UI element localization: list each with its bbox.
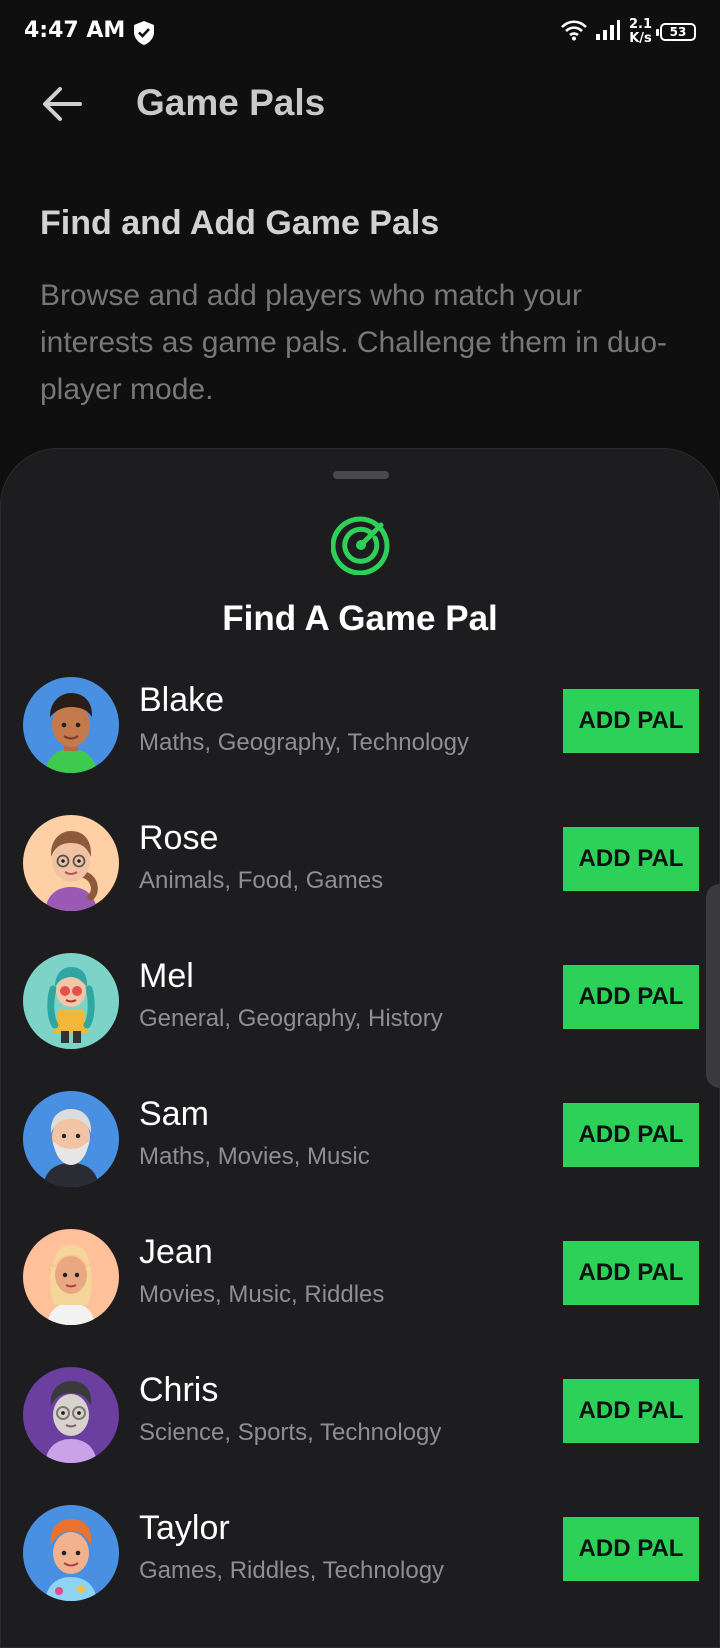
pal-name: Taylor: [139, 1509, 230, 1547]
avatar: [23, 1505, 119, 1601]
pal-item-taylor: Taylor Games, Riddles, Technology ADD PA…: [1, 1499, 720, 1637]
pal-item-blake: Blake Maths, Geography, Technology ADD P…: [1, 671, 720, 809]
add-pal-button[interactable]: ADD PAL: [563, 965, 699, 1029]
avatar: [23, 1229, 119, 1325]
pal-name: Rose: [139, 819, 219, 857]
pal-interests: Movies, Music, Riddles: [139, 1281, 385, 1308]
avatar: [23, 677, 119, 773]
radar-icon: [330, 515, 391, 576]
status-bar: 4:47 AM 2.1 K/s 53: [0, 0, 720, 64]
pal-interests: Animals, Food, Games: [139, 867, 384, 894]
avatar: [23, 1367, 119, 1463]
pal-name: Mel: [139, 957, 194, 995]
pal-item-chris: Chris Science, Sports, Technology ADD PA…: [1, 1361, 720, 1499]
sheet-title: Find A Game Pal: [222, 599, 498, 638]
add-pal-button[interactable]: ADD PAL: [563, 1241, 699, 1305]
pal-item-rose: Rose Animals, Food, Games ADD PAL: [1, 809, 720, 947]
shield-icon: [132, 20, 156, 46]
status-time: 4:47 AM: [24, 18, 126, 43]
pal-interests: Science, Sports, Technology: [139, 1419, 442, 1446]
pal-name: Sam: [139, 1095, 209, 1133]
pal-interests: General, Geography, History: [139, 1005, 443, 1032]
net-speed-unit: K/s: [629, 31, 652, 46]
avatar: [23, 815, 119, 911]
add-pal-button[interactable]: ADD PAL: [563, 1103, 699, 1167]
app-header: Game Pals: [0, 74, 720, 134]
add-pal-button[interactable]: ADD PAL: [563, 827, 699, 891]
pal-name: Blake: [139, 681, 225, 719]
pal-interests: Maths, Movies, Music: [139, 1143, 370, 1170]
avatar: [23, 953, 119, 1049]
network-speed: 2.1 K/s: [629, 18, 652, 46]
wifi-icon: [561, 19, 587, 45]
avatar: [23, 1091, 119, 1187]
pal-name: Jean: [139, 1233, 213, 1271]
page-title: Game Pals: [136, 82, 326, 123]
status-icons: 2.1 K/s 53: [561, 16, 696, 48]
drag-handle[interactable]: [333, 471, 389, 479]
battery-level: 53: [669, 25, 687, 39]
pal-list: Blake Maths, Geography, Technology ADD P…: [1, 671, 720, 1637]
pal-item-sam: Sam Maths, Movies, Music ADD PAL: [1, 1085, 720, 1223]
pal-item-mel: Mel General, Geography, History ADD PAL: [1, 947, 720, 1085]
add-pal-button[interactable]: ADD PAL: [563, 1379, 699, 1443]
pal-name: Chris: [139, 1371, 219, 1409]
intro-description: Browse and add players who match your in…: [40, 279, 668, 406]
back-arrow-icon[interactable]: [40, 84, 84, 124]
pal-item-jean: Jean Movies, Music, Riddles ADD PAL: [1, 1223, 720, 1361]
pal-interests: Games, Riddles, Technology: [139, 1557, 445, 1584]
scrollbar[interactable]: [706, 884, 720, 1088]
net-speed-value: 2.1: [628, 17, 652, 32]
battery-icon: 53: [656, 23, 696, 41]
pal-interests: Maths, Geography, Technology: [139, 729, 469, 756]
intro-heading: Find and Add Game Pals: [40, 204, 440, 242]
add-pal-button[interactable]: ADD PAL: [563, 1517, 699, 1581]
signal-icon: [595, 19, 621, 45]
find-pal-sheet: Find A Game Pal Blake Maths, Geography, …: [0, 448, 720, 1648]
add-pal-button[interactable]: ADD PAL: [563, 689, 699, 753]
